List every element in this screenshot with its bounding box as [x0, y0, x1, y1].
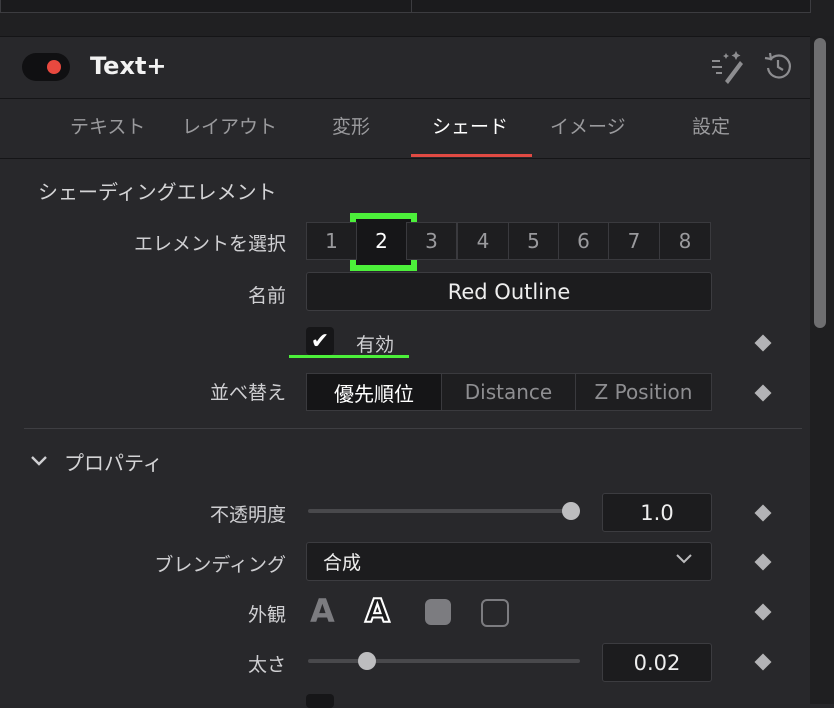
element-8-button[interactable]: 8 — [659, 222, 711, 260]
name-field[interactable]: Red Outline — [306, 272, 712, 311]
separator — [0, 158, 810, 159]
tab-transform[interactable]: 変形 — [332, 112, 370, 139]
element-1-button[interactable]: 1 — [306, 222, 357, 260]
panel-title: Text+ — [90, 52, 167, 80]
appearance-text-outline-icon[interactable]: A — [364, 591, 391, 631]
tab-text[interactable]: テキスト — [70, 112, 145, 139]
section-divider — [24, 428, 802, 429]
element-2-button[interactable]: 2 — [356, 222, 407, 260]
element-7-button[interactable]: 7 — [608, 222, 660, 260]
chevron-down-icon — [675, 553, 693, 565]
enable-toggle[interactable] — [22, 53, 70, 81]
enabled-label: 有効 — [356, 334, 395, 356]
appearance-filled-box-icon[interactable] — [425, 599, 451, 625]
enabled-highlight-line — [289, 355, 409, 358]
element-4-button[interactable]: 4 — [457, 222, 509, 260]
element-5-button[interactable]: 5 — [508, 222, 559, 260]
opacity-label: 不透明度 — [209, 504, 286, 526]
enabled-checkbox[interactable]: ✔ — [306, 327, 334, 355]
appearance-label: 外観 — [247, 604, 286, 626]
appearance-outline-box-icon[interactable] — [481, 599, 509, 627]
element-6-button[interactable]: 6 — [558, 222, 609, 260]
sort-zposition-button[interactable]: Z Position — [575, 373, 712, 411]
opacity-slider-track[interactable] — [308, 509, 580, 513]
select-element-label: エレメントを選択 — [133, 233, 286, 255]
tab-shading[interactable]: シェード — [432, 112, 508, 139]
sort-distance-button[interactable]: Distance — [441, 373, 576, 411]
scrollbar-thumb[interactable] — [814, 38, 826, 328]
name-label: 名前 — [247, 285, 286, 307]
partial-checkbox[interactable] — [306, 694, 334, 708]
blending-dropdown[interactable]: 合成 — [306, 542, 712, 581]
separator — [0, 36, 810, 37]
shading-section-title: シェーディングエレメント — [38, 180, 277, 204]
tab-layout[interactable]: レイアウト — [182, 112, 277, 139]
wand-icon[interactable] — [704, 46, 748, 86]
opacity-slider-knob[interactable] — [562, 502, 580, 520]
thickness-slider-track[interactable] — [308, 659, 580, 663]
active-tab-indicator — [411, 154, 532, 157]
thickness-slider-knob[interactable] — [358, 652, 376, 670]
tab-image[interactable]: イメージ — [550, 112, 626, 139]
sort-priority-button[interactable]: 優先順位 — [306, 373, 442, 411]
sort-label: 並べ替え — [209, 382, 286, 404]
thickness-field[interactable]: 0.02 — [602, 643, 712, 682]
appearance-text-fill-icon[interactable]: A — [310, 592, 335, 630]
toggle-indicator — [47, 60, 61, 74]
tab-settings[interactable]: 設定 — [692, 112, 730, 139]
opacity-field[interactable]: 1.0 — [602, 493, 712, 532]
reset-icon[interactable] — [760, 48, 796, 84]
element-3-button[interactable]: 3 — [406, 222, 457, 260]
properties-section-title[interactable]: プロパティ — [64, 447, 163, 476]
blending-value: 合成 — [323, 552, 362, 574]
chevron-down-icon[interactable] — [28, 450, 50, 472]
thickness-label: 太さ — [247, 654, 286, 676]
top-tab-right[interactable] — [411, 0, 811, 13]
top-tab-left[interactable] — [0, 0, 412, 13]
separator — [0, 98, 810, 99]
check-icon: ✔ — [310, 328, 330, 354]
blending-label: ブレンディング — [154, 554, 286, 576]
